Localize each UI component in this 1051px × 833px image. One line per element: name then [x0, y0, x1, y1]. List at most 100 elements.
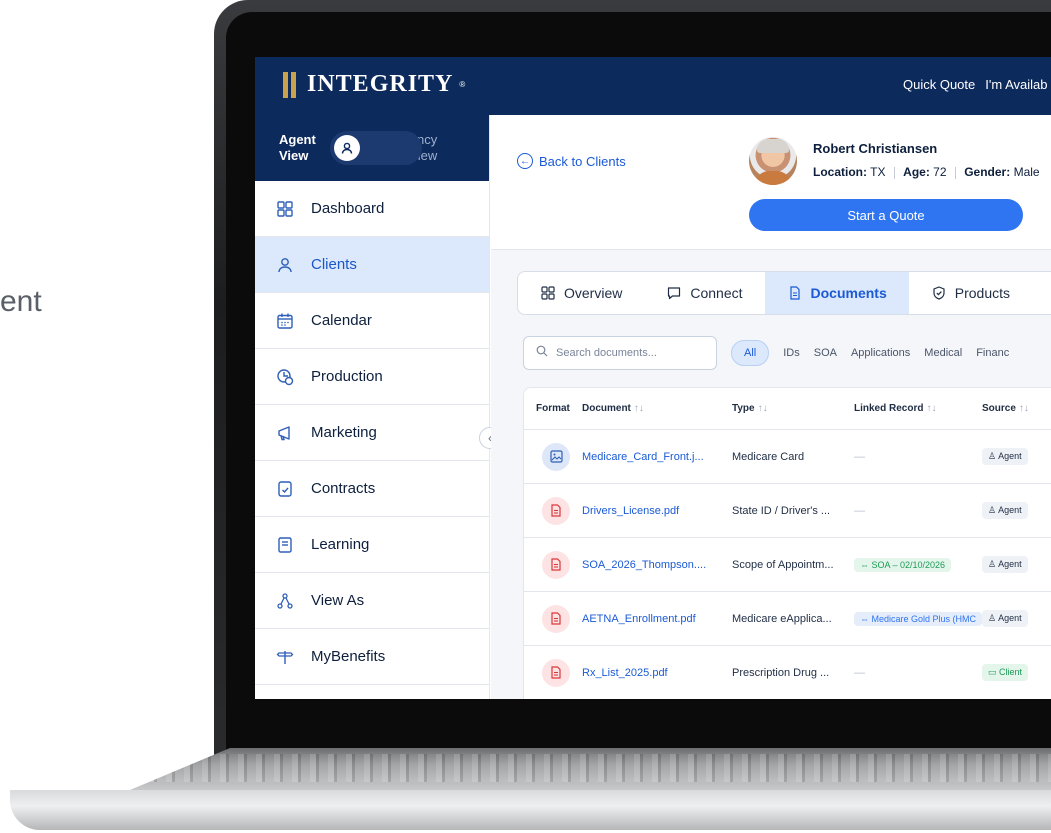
document-link[interactable]: Rx_List_2025.pdf: [582, 667, 732, 679]
view-toggle-row: Agent View Agency View: [255, 115, 489, 181]
filter-ids[interactable]: IDs: [783, 347, 800, 359]
top-bar: INTEGRITY ® Quick Quote I'm Availab: [255, 57, 1051, 115]
arrow-left-icon: ←: [517, 153, 533, 169]
laptop-screen: INTEGRITY ® Quick Quote I'm Availab Agen…: [255, 57, 1051, 699]
agent-view-label: Agent View: [279, 132, 316, 163]
view-toggle-switch[interactable]: [329, 131, 422, 165]
document-link[interactable]: SOA_2026_Thompson....: [582, 559, 732, 571]
source-badge: ♙ Agent: [982, 610, 1028, 627]
laptop-base: [10, 748, 1051, 833]
tab-documents[interactable]: Documents: [764, 272, 909, 314]
sidebar-item-label: Dashboard: [311, 200, 385, 217]
sidebar-item-learning[interactable]: Learning: [255, 517, 489, 573]
sidebar-item-label: Clients: [311, 256, 357, 273]
person-icon: [333, 135, 360, 161]
linked-record: —: [854, 504, 865, 517]
chat-icon: ▭: [988, 667, 1000, 677]
sidebar-item-calendar[interactable]: Calendar: [255, 293, 489, 349]
filter-applications[interactable]: Applications: [851, 347, 910, 359]
document-link[interactable]: AETNA_Enrollment.pdf: [582, 613, 732, 625]
filter-all[interactable]: All: [731, 340, 770, 366]
start-quote-button[interactable]: Start a Quote: [749, 199, 1023, 231]
signpost-icon: [275, 647, 295, 667]
document-search[interactable]: [523, 336, 717, 370]
sidebar-item-label: Learning: [311, 536, 370, 553]
person-icon: ♙: [988, 559, 999, 569]
quick-quote-link[interactable]: Quick Quote: [903, 77, 975, 92]
source-badge: ♙ Agent: [982, 448, 1028, 465]
integrity-logo[interactable]: INTEGRITY ®: [283, 71, 465, 98]
linked-soa-chip[interactable]: ⇔ SOA – 02/10/2026: [854, 557, 952, 572]
logo-mark-icon: [283, 71, 301, 98]
sidebar-item-production[interactable]: Production: [255, 349, 489, 405]
linked-plan-chip[interactable]: ⇔ Medicare Gold Plus (HMC: [854, 611, 982, 626]
tab-more[interactable]: [1032, 272, 1051, 314]
document-link[interactable]: Medicare_Card_Front.j...: [582, 451, 732, 463]
col-type[interactable]: Type ↑↓: [732, 403, 854, 414]
client-name: Robert Christiansen: [813, 141, 938, 156]
back-to-clients-link[interactable]: ← Back to Clients: [517, 153, 626, 169]
calendar-icon: [275, 311, 295, 331]
production-icon: [275, 367, 295, 387]
sidebar-item-label: Calendar: [311, 312, 372, 329]
pdf-file-icon: [542, 604, 570, 633]
document-icon: [787, 285, 803, 301]
sort-icon: ↑↓: [757, 403, 768, 414]
documents-table: Format Document ↑↓ Type ↑↓ Linked Record ↑↓…: [523, 387, 1051, 699]
brand-registered-mark: ®: [459, 80, 466, 89]
sidebar-item-label: Marketing: [311, 424, 377, 441]
availability-link[interactable]: I'm Availab: [985, 77, 1047, 92]
document-link[interactable]: Drivers_License.pdf: [582, 505, 732, 517]
laptop-keyboard-deck: [130, 748, 1051, 790]
client-gender: Male: [1013, 165, 1040, 179]
person-icon: [275, 255, 295, 275]
client-location: TX: [870, 165, 886, 179]
document-type: Medicare eApplica...: [732, 612, 832, 625]
laptop-chin: [226, 699, 1051, 739]
table-row[interactable]: AETNA_Enrollment.pdf Medicare eApplica..…: [524, 592, 1051, 646]
book-icon: [275, 535, 295, 555]
sidebar-item-label: Contracts: [311, 480, 376, 497]
table-row[interactable]: Rx_List_2025.pdf Prescription Drug ... —…: [524, 646, 1051, 699]
chat-icon: [666, 285, 682, 301]
client-detail-main: ← Back to Clients Robert Christiansen Lo…: [491, 115, 1051, 699]
sidebar-item-label: Production: [311, 368, 383, 385]
col-source[interactable]: Source ↑↓: [982, 403, 1051, 414]
filter-financial[interactable]: Financ: [976, 347, 1009, 359]
table-row[interactable]: SOA_2026_Thompson.... Scope of Appointm.…: [524, 538, 1051, 592]
sidebar-item-mybenefits[interactable]: MyBenefits: [255, 629, 489, 685]
tab-connect[interactable]: Connect: [644, 272, 764, 314]
source-badge: ▭ Client: [982, 664, 1029, 681]
image-file-icon: [542, 442, 570, 471]
background-heading-fragment: ent: [0, 285, 42, 318]
sidebar-item-dashboard[interactable]: Dashboard: [255, 181, 489, 237]
sort-icon: ↑↓: [633, 403, 644, 414]
search-input[interactable]: [556, 347, 706, 359]
document-filter-row: All IDs SOA Applications Medical Financ: [523, 336, 1009, 370]
tab-products[interactable]: Products: [909, 272, 1032, 314]
table-row[interactable]: Medicare_Card_Front.j... Medicare Card —…: [524, 430, 1051, 484]
linked-record: —: [854, 450, 865, 463]
col-format[interactable]: Format: [524, 403, 582, 414]
person-icon: ♙: [988, 505, 999, 515]
tab-overview[interactable]: Overview: [518, 272, 644, 314]
col-linked-record[interactable]: Linked Record ↑↓: [854, 403, 982, 414]
sidebar-item-clients[interactable]: Clients: [255, 237, 489, 293]
client-meta: Location: TX Age: 72 Gender: Male: [813, 165, 1040, 179]
document-type: Prescription Drug ...: [732, 666, 830, 679]
filter-soa[interactable]: SOA: [814, 347, 837, 359]
laptop-base-edge: [10, 790, 1051, 830]
document-type: State ID / Driver's ...: [732, 504, 831, 517]
client-age: 72: [933, 165, 947, 179]
grid-icon: [540, 285, 556, 301]
filter-medical[interactable]: Medical: [924, 347, 962, 359]
sidebar-item-contracts[interactable]: Contracts: [255, 461, 489, 517]
pdf-file-icon: [542, 550, 570, 579]
sidebar-item-view-as[interactable]: View As: [255, 573, 489, 629]
marketing-stage: ent INTEGRITY ® Quick Quote I'm Availab …: [0, 0, 1051, 833]
pdf-file-icon: [542, 496, 570, 525]
table-row[interactable]: Drivers_License.pdf State ID / Driver's …: [524, 484, 1051, 538]
sidebar-item-marketing[interactable]: Marketing: [255, 405, 489, 461]
contract-icon: [275, 479, 295, 499]
col-document[interactable]: Document ↑↓: [582, 403, 732, 414]
